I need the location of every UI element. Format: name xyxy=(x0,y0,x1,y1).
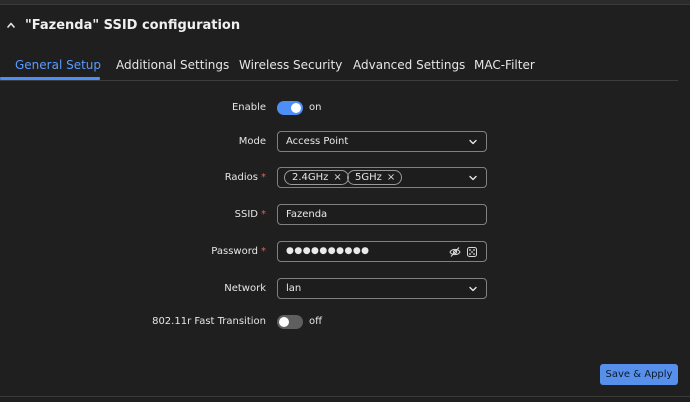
chevron-down-icon xyxy=(469,286,477,292)
enable-toggle[interactable] xyxy=(277,101,303,115)
radio-chip-5ghz: 5GHz × xyxy=(347,170,403,185)
radio-chip-2-4ghz: 2.4GHz × xyxy=(284,170,349,185)
tab-additional-settings[interactable]: Additional Settings xyxy=(116,52,229,78)
fast-transition-label: 802.11r Fast Transition xyxy=(152,316,266,327)
password-masked-value: ●●●●●●●●●● xyxy=(286,246,370,256)
active-tab-indicator xyxy=(0,77,100,80)
eye-off-icon[interactable] xyxy=(449,246,461,258)
mode-value: Access Point xyxy=(286,136,349,147)
bottom-divider xyxy=(0,396,690,397)
remove-chip-icon[interactable]: × xyxy=(387,171,395,185)
section-title: "Fazenda" SSID configuration xyxy=(25,17,241,33)
tab-mac-filter[interactable]: MAC-Filter xyxy=(474,52,535,78)
fast-transition-toggle[interactable] xyxy=(277,315,303,329)
chevron-down-icon xyxy=(469,139,477,145)
mode-select[interactable]: Access Point xyxy=(277,131,487,152)
top-divider xyxy=(0,0,690,5)
enable-state-text: on xyxy=(309,102,322,113)
radios-label: Radios * xyxy=(224,172,266,183)
fast-transition-state-text: off xyxy=(309,316,323,327)
mode-label: Mode xyxy=(238,136,266,147)
enable-label: Enable xyxy=(231,102,266,113)
remove-chip-icon[interactable]: × xyxy=(333,171,341,185)
ssid-value: Fazenda xyxy=(286,209,328,220)
network-label: Network xyxy=(224,283,266,294)
tab-wireless-security[interactable]: Wireless Security xyxy=(239,52,342,78)
tab-bar: General Setup Additional Settings Wirele… xyxy=(0,52,678,81)
network-select[interactable]: lan xyxy=(277,278,487,299)
dice-icon[interactable] xyxy=(466,246,478,258)
save-apply-button[interactable]: Save & Apply xyxy=(600,364,678,385)
tab-advanced-settings[interactable]: Advanced Settings xyxy=(353,52,465,78)
ssid-label: SSID * xyxy=(234,209,266,220)
password-input[interactable]: ●●●●●●●●●● xyxy=(277,241,487,262)
network-value: lan xyxy=(286,283,302,294)
chevron-down-icon xyxy=(469,175,477,181)
chevron-up-icon[interactable] xyxy=(5,19,17,31)
tab-general-setup[interactable]: General Setup xyxy=(15,52,101,78)
radios-multiselect[interactable]: 2.4GHz × 5GHz × xyxy=(277,167,487,188)
ssid-input[interactable]: Fazenda xyxy=(277,204,487,225)
section-header[interactable]: "Fazenda" SSID configuration xyxy=(0,12,240,38)
password-label: Password * xyxy=(211,246,266,257)
